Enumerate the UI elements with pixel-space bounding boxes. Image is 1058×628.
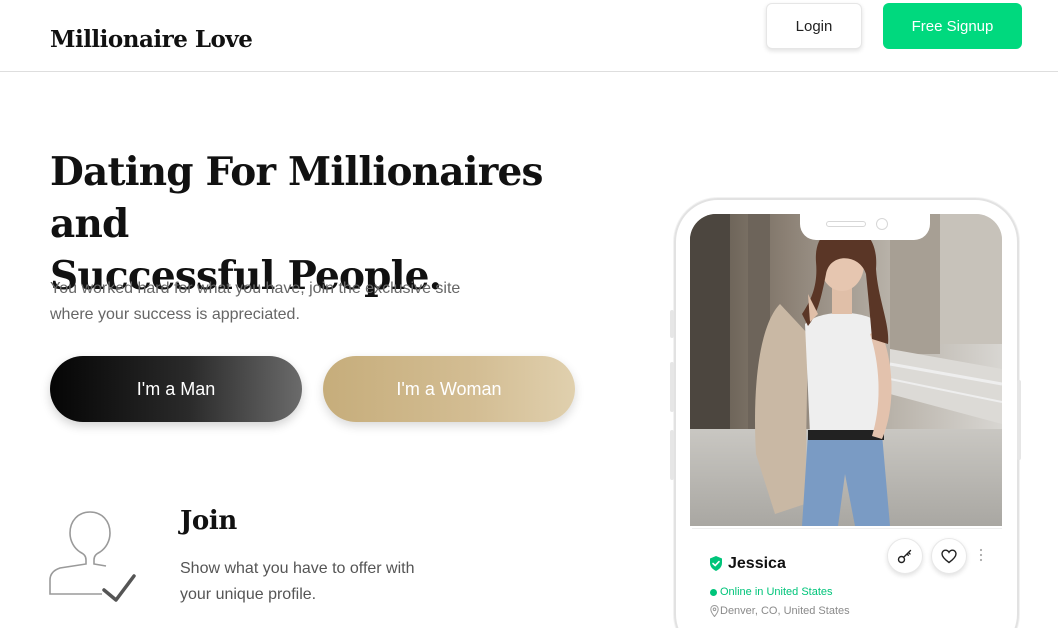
verified-shield-icon: [710, 556, 722, 571]
im-a-woman-button[interactable]: I'm a Woman: [323, 356, 575, 422]
hero-subtitle-line-1: You worked hard for what you have, join …: [50, 280, 461, 297]
im-a-man-button[interactable]: I'm a Man: [50, 356, 302, 422]
site-logo[interactable]: Millionaire Love: [50, 26, 253, 53]
online-status: Online in United States: [720, 586, 833, 598]
hero-title-line-1: Dating For Millionaires and: [50, 149, 543, 247]
join-description: Show what you have to offer with your un…: [180, 556, 470, 608]
phone-camera: [876, 218, 888, 230]
more-vertical-icon[interactable]: [978, 548, 984, 562]
phone-speaker: [826, 221, 866, 227]
key-button[interactable]: [887, 538, 923, 574]
phone-side-button: [670, 310, 674, 338]
hero-subtitle: You worked hard for what you have, join …: [50, 276, 520, 328]
location-pin-icon: [710, 605, 719, 617]
profile-location: Denver, CO, United States: [720, 605, 850, 617]
user-check-icon: [49, 511, 136, 602]
free-signup-button[interactable]: Free Signup: [883, 3, 1022, 49]
phone-side-button: [670, 430, 674, 480]
like-button[interactable]: [931, 538, 967, 574]
profile-photo[interactable]: [690, 214, 1002, 526]
key-icon: [897, 549, 912, 564]
join-text-line-1: Show what you have to offer with: [180, 560, 415, 577]
hero-subtitle-line-2: where your success is appreciated.: [50, 306, 300, 323]
join-text-line-2: your unique profile.: [180, 586, 317, 603]
heart-icon: [941, 548, 957, 563]
profile-name: Jessica: [728, 555, 786, 572]
join-title: Join: [180, 506, 237, 536]
phone-notch: [800, 214, 930, 240]
site-header: Millionaire Love Login Free Signup: [0, 0, 1058, 72]
login-button[interactable]: Login: [766, 3, 862, 49]
phone-side-button: [670, 362, 674, 412]
online-status-dot: [710, 589, 717, 596]
phone-side-button: [1017, 380, 1021, 460]
